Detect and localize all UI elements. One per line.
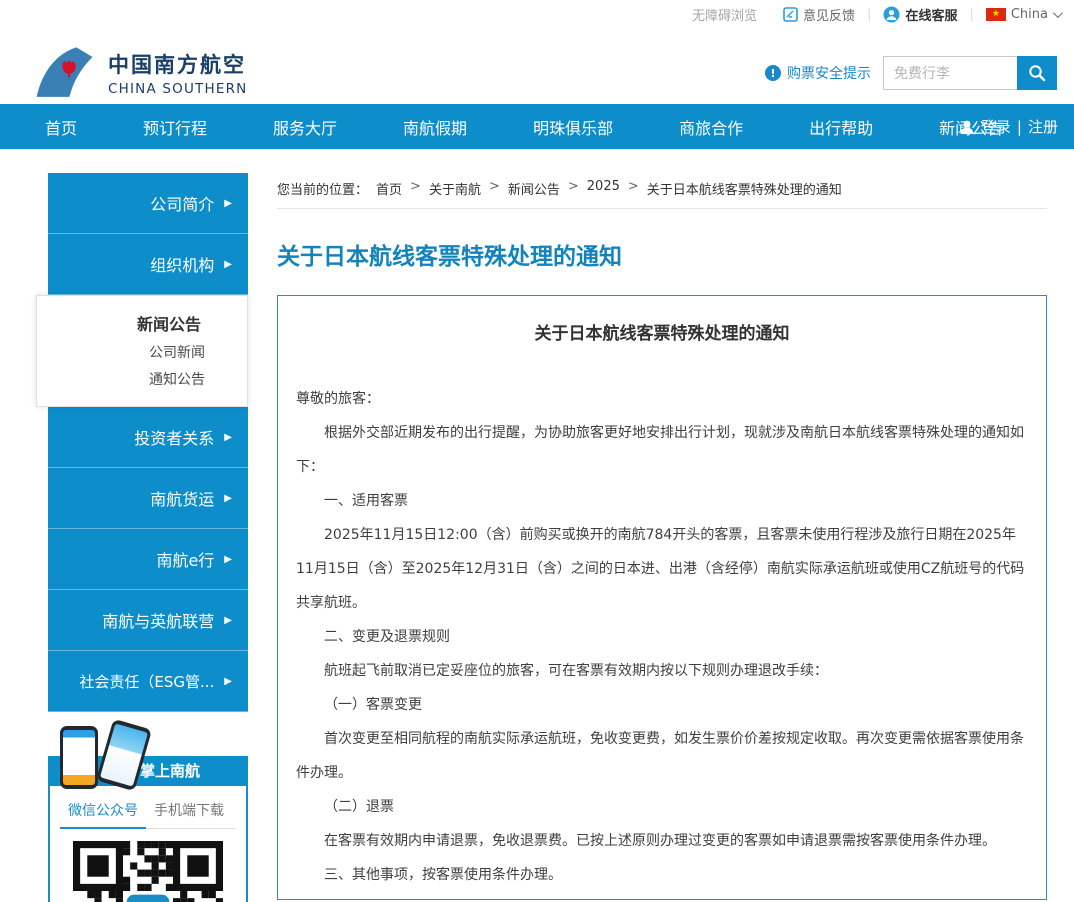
user-icon — [959, 119, 975, 135]
china-flag-icon: ★ — [986, 8, 1006, 21]
article-paragraph: 二、变更及退票规则 — [296, 620, 1028, 654]
article-paragraph: 航班起飞前取消已定妥座位的旅客，可在客票有效期内按以下规则办理退改手续： — [296, 654, 1028, 688]
nav-item-holidays[interactable]: 南航假期 — [389, 115, 481, 139]
article-paragraph: 三、其他事项，按客票使用条件办理。 — [296, 858, 1028, 892]
accessibility-link[interactable]: 无障碍浏览 — [692, 5, 757, 24]
breadcrumb-prefix: 您当前的位置： — [277, 179, 368, 198]
article-paragraph: （一）客票变更 — [296, 688, 1028, 722]
search-icon — [1028, 64, 1046, 82]
mobile-app-box: 微信公众号 手机端下载 — [48, 786, 248, 902]
login-divider: | — [1017, 118, 1022, 136]
sidebar-expanded-news: 新闻公告 公司新闻 通知公告 — [36, 295, 248, 407]
wechat-qr-code — [73, 841, 223, 902]
logo-text: 中国南方航空 CHINA SOUTHERN — [108, 49, 247, 97]
login-link[interactable]: 登录 — [981, 116, 1011, 137]
company-logo[interactable]: 中国南方航空 CHINA SOUTHERN — [34, 44, 247, 102]
article-paragraph: 一、适用客票 — [296, 484, 1028, 518]
mobile-app-tabs: 微信公众号 手机端下载 — [60, 796, 236, 829]
logo-name-en: CHINA SOUTHERN — [108, 81, 247, 97]
article-title: 关于日本航线客票特殊处理的通知 — [296, 322, 1028, 346]
tab-app-download[interactable]: 手机端下载 — [146, 796, 232, 828]
notice-article: 关于日本航线客票特殊处理的通知 尊敬的旅客： 根据外交部近期发布的出行提醒，为协… — [277, 295, 1047, 900]
article-paragraph: 根据外交部近期发布的出行提醒，为协助旅客更好地安排出行计划，现就涉及南航日本航线… — [296, 416, 1028, 484]
sidebar-item-company-profile[interactable]: 公司简介▶ — [48, 173, 248, 234]
register-link[interactable]: 注册 — [1028, 116, 1058, 137]
search-input[interactable] — [883, 56, 1017, 90]
sidebar-item-e-travel[interactable]: 南航e行▶ — [48, 529, 248, 590]
arrow-right-icon: ▶ — [224, 432, 232, 443]
separator: | — [867, 7, 871, 22]
sidebar-item-ba-joint-venture[interactable]: 南航与英航联营▶ — [48, 590, 248, 651]
login-area: 登录 | 注册 — [959, 116, 1058, 137]
breadcrumb-2025[interactable]: 2025 — [587, 179, 620, 198]
breadcrumb: 您当前的位置： 首页 > 关于南航 > 新闻公告 > 2025 > 关于日本航线… — [277, 179, 1047, 198]
chevron-down-icon — [1053, 8, 1063, 18]
feedback-link[interactable]: 意见反馈 — [783, 5, 855, 24]
breadcrumb-current: 关于日本航线客票特殊处理的通知 — [647, 179, 842, 198]
info-alert-icon: ! — [765, 65, 781, 81]
sidebar-item-esg[interactable]: 社会责任（ESG管...▶ — [48, 651, 248, 712]
sidebar-item-cargo[interactable]: 南航货运▶ — [48, 468, 248, 529]
nav-item-service-hall[interactable]: 服务大厅 — [259, 115, 351, 139]
main-area: 公司简介▶ 组织机构▶ 新闻公告 公司新闻 通知公告 投资者关系▶ 南航货运▶ … — [0, 149, 1074, 902]
breadcrumb-about[interactable]: 关于南航 — [429, 179, 481, 198]
ticket-safety-tip-link[interactable]: ! 购票安全提示 — [765, 63, 871, 83]
article-body: 尊敬的旅客： 根据外交部近期发布的出行提醒，为协助旅客更好地安排出行计划，现就涉… — [296, 382, 1028, 892]
article-paragraph: 尊敬的旅客： — [296, 382, 1028, 416]
content-area: 您当前的位置： 首页 > 关于南航 > 新闻公告 > 2025 > 关于日本航线… — [277, 149, 1047, 900]
customer-service-icon — [883, 6, 900, 23]
search-button[interactable] — [1017, 56, 1057, 90]
breadcrumb-news[interactable]: 新闻公告 — [508, 179, 560, 198]
separator: | — [969, 7, 973, 22]
article-paragraph: （二）退票 — [296, 790, 1028, 824]
nav-item-home[interactable]: 首页 — [45, 115, 91, 139]
site-header: 中国南方航空 CHINA SOUTHERN ! 购票安全提示 — [0, 24, 1074, 104]
article-paragraph: 首次变更至相同航程的南航实际承运航班，免收变更费，如发生票价价差按规定收取。再次… — [296, 722, 1028, 790]
feedback-form-icon — [783, 7, 798, 22]
arrow-right-icon: ▶ — [224, 259, 232, 270]
nav-item-booking[interactable]: 预订行程 — [129, 115, 221, 139]
arrow-right-icon: ▶ — [224, 493, 232, 504]
page-title: 关于日本航线客票特殊处理的通知 — [277, 237, 1047, 271]
sidebar: 公司简介▶ 组织机构▶ 新闻公告 公司新闻 通知公告 投资者关系▶ 南航货运▶ … — [48, 173, 248, 712]
article-paragraph: 在客票有效期内申请退票，免收退票费。已按上述原则办理过变更的客票如申请退票需按客… — [296, 824, 1028, 858]
page: 无障碍浏览 意见反馈 | 在线客服 | ★ China — [0, 0, 1074, 902]
nav-item-business-travel[interactable]: 商旅合作 — [665, 115, 757, 139]
sidebar-item-organization[interactable]: 组织机构▶ — [48, 234, 248, 295]
phone-image-back — [96, 719, 152, 792]
phone-image-front — [60, 726, 98, 789]
tail-fin-logo-icon — [34, 44, 96, 102]
divider — [277, 208, 1047, 209]
sidebar-subitem-notices[interactable]: 通知公告 — [37, 367, 247, 394]
article-paragraph: 2025年11月15日12:00（含）前购买或换开的南航784开头的客票，且客票… — [296, 518, 1028, 620]
sidebar-item-investor-relations[interactable]: 投资者关系▶ — [48, 407, 248, 468]
header-right: ! 购票安全提示 — [765, 56, 1057, 90]
mobile-app-widget: 掌上南航 微信公众号 手机端下载 — [48, 723, 248, 902]
breadcrumb-home[interactable]: 首页 — [376, 179, 402, 198]
arrow-right-icon: ▶ — [224, 554, 232, 565]
arrow-right-icon: ▶ — [224, 615, 232, 626]
arrow-right-icon: ▶ — [224, 676, 232, 687]
tab-wechat-official[interactable]: 微信公众号 — [60, 796, 146, 829]
utility-bar: 无障碍浏览 意见反馈 | 在线客服 | ★ China — [0, 0, 1074, 24]
search-box — [883, 56, 1057, 90]
nav-item-travel-help[interactable]: 出行帮助 — [795, 115, 887, 139]
sidebar-subitem-company-news[interactable]: 公司新闻 — [37, 340, 247, 367]
main-nav: 首页 预订行程 服务大厅 南航假期 明珠俱乐部 商旅合作 出行帮助 新闻公告 登… — [0, 104, 1074, 149]
sidebar-item-news[interactable]: 新闻公告 — [37, 310, 247, 340]
mobile-app-phones-image — [56, 723, 176, 789]
logo-name-cn: 中国南方航空 — [108, 49, 247, 79]
online-service-link[interactable]: 在线客服 — [883, 5, 957, 24]
region-selector[interactable]: ★ China — [986, 7, 1060, 22]
nav-item-sky-pearl-club[interactable]: 明珠俱乐部 — [519, 115, 627, 139]
arrow-right-icon: ▶ — [224, 198, 232, 209]
